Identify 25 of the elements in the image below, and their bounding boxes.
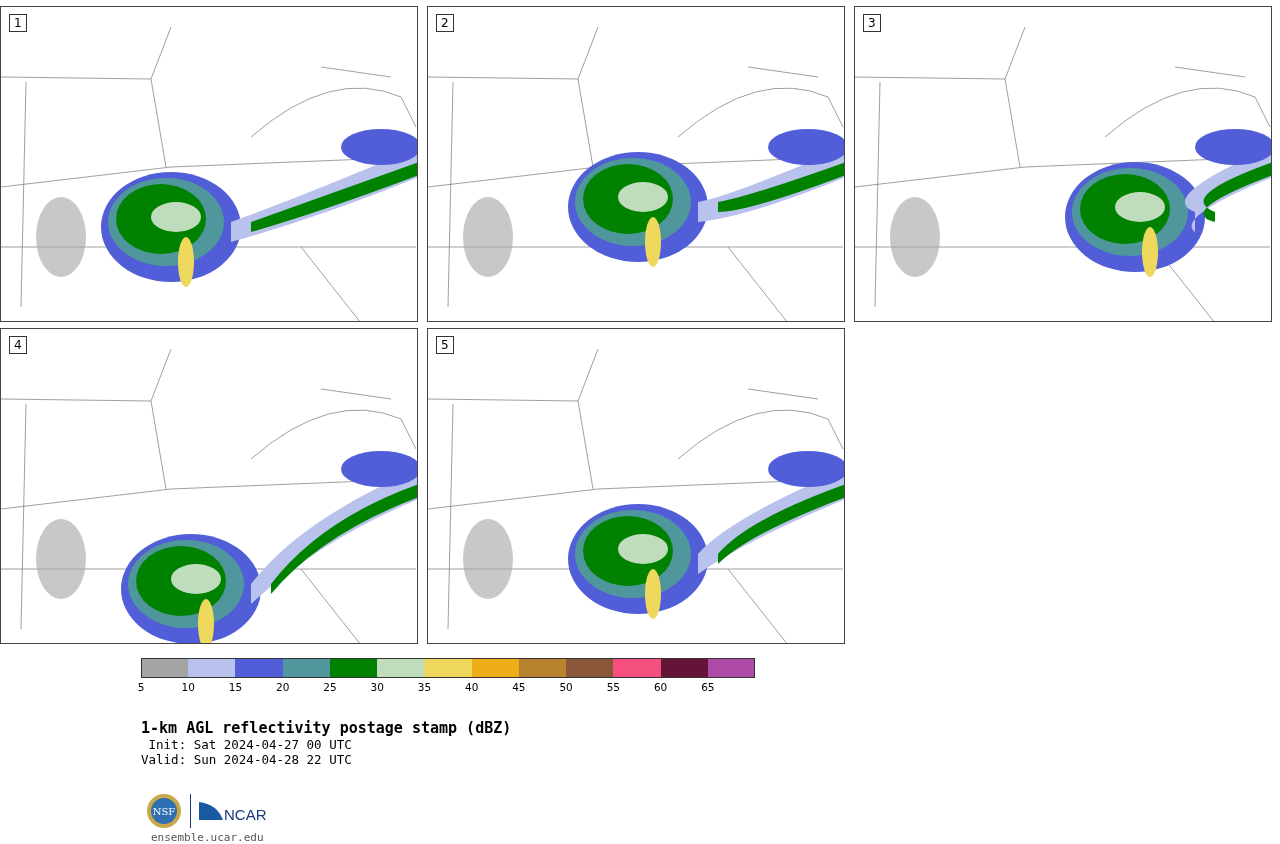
colorbar-tick-label: 10 bbox=[181, 681, 195, 693]
colorbar-tick-label: 25 bbox=[323, 681, 337, 693]
colorbar-tick-label: 65 bbox=[701, 681, 715, 693]
ncar-logo: NCAR bbox=[199, 800, 273, 822]
panel-number: 3 bbox=[863, 14, 881, 32]
panel-number: 5 bbox=[436, 336, 454, 354]
valid-time: Valid: Sun 2024-04-28 22 UTC bbox=[141, 752, 353, 767]
colorbar-tick-label: 55 bbox=[606, 681, 621, 693]
colorbar-tick-label: 45 bbox=[512, 681, 526, 693]
panel-number: 4 bbox=[9, 336, 27, 354]
colorbar-tick-label: 35 bbox=[417, 681, 432, 693]
colorbar-tick-label: 40 bbox=[464, 681, 479, 693]
colorbar-tick-label: 30 bbox=[370, 681, 384, 693]
site-url: ensemble.ucar.edu bbox=[151, 831, 265, 844]
colorbar-tick-label: 50 bbox=[559, 681, 573, 693]
chart-title: 1-km AGL reflectivity postage stamp (dBZ) bbox=[141, 719, 513, 737]
panel-number: 1 bbox=[9, 14, 27, 32]
nsf-logo: NSF bbox=[146, 793, 182, 829]
colorbar-tick-label: 60 bbox=[653, 681, 668, 693]
init-time: Init: Sat 2024-04-27 00 UTC bbox=[147, 737, 353, 752]
logo-divider bbox=[190, 794, 191, 828]
panel-number: 2 bbox=[436, 14, 454, 32]
colorbar-tick-label: 5 bbox=[137, 681, 145, 693]
colorbar-tick-label: 15 bbox=[228, 681, 243, 693]
colorbar-tick-label: 20 bbox=[276, 681, 290, 693]
